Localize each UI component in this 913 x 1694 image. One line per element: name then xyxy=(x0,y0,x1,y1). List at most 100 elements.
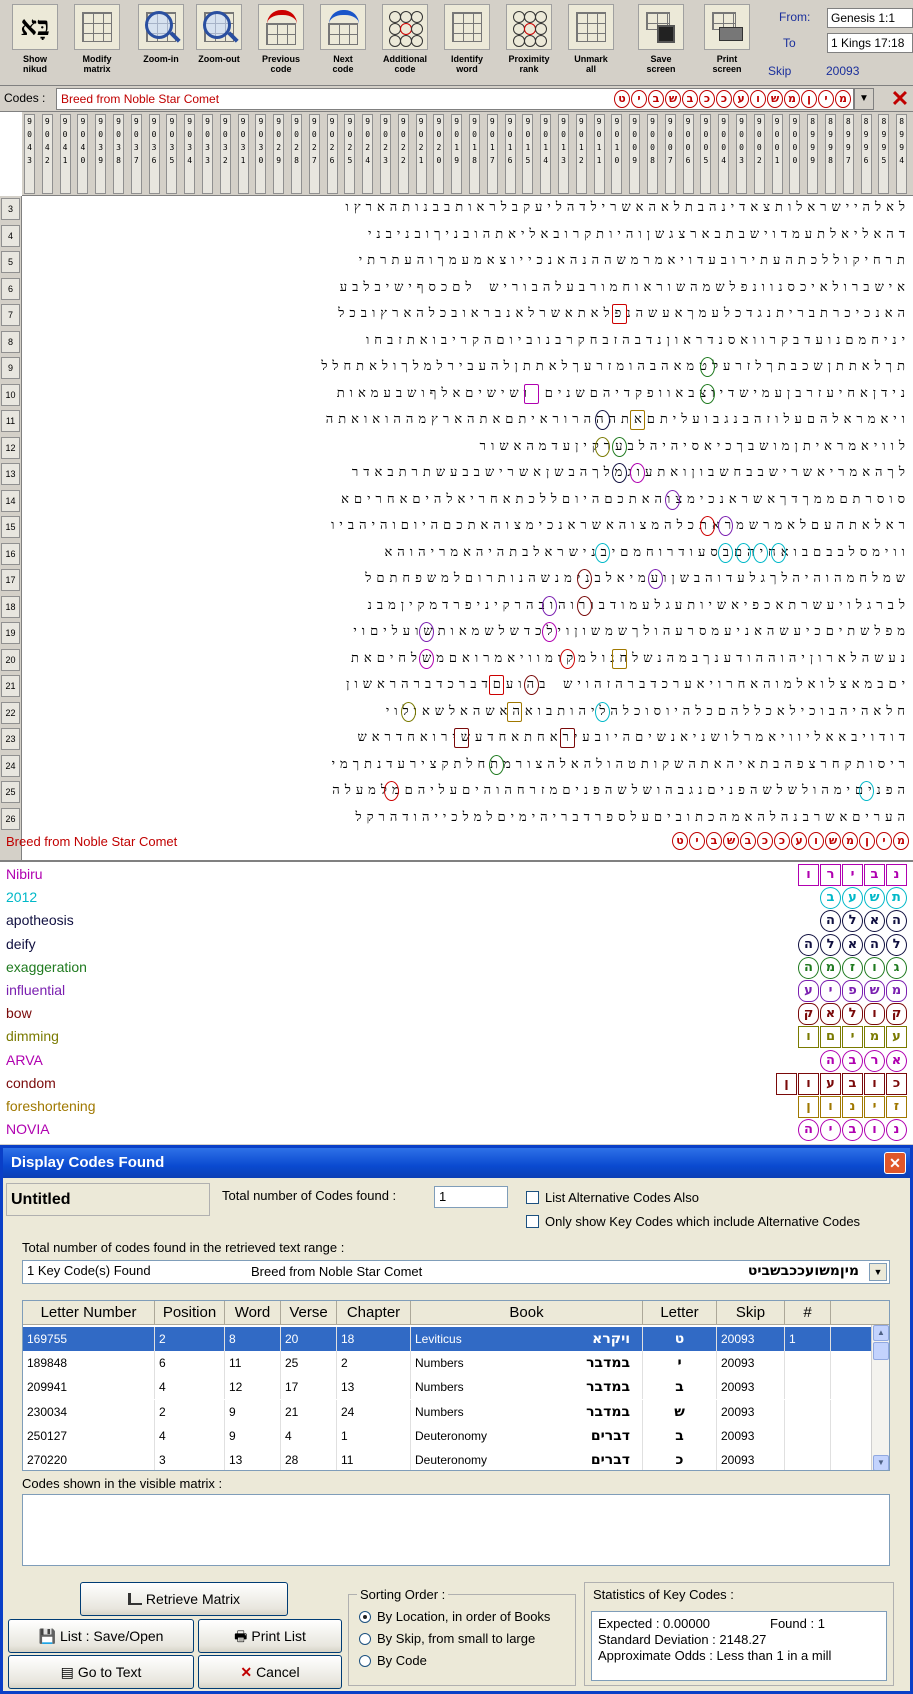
legend-item-name[interactable]: apotheosis xyxy=(6,912,74,928)
matrix-row[interactable]: העריםאשרבנהלהאמהכתוביםעלספרדבריהימיםלמלכ… xyxy=(24,806,910,830)
legend-item-name[interactable]: exaggeration xyxy=(6,959,87,975)
matrix-row[interactable]: ריסותקחרצפהבתאיהאתהשקותטהולהאלהצורמתחלתק… xyxy=(24,753,910,777)
toolbar-button-save-screen[interactable]: Save screen xyxy=(634,4,688,82)
matrix-row[interactable]: לאלהיישראלותצאדינהבתלאהאשרילדהליעקבלראות… xyxy=(24,196,910,220)
code-highlight-mark[interactable] xyxy=(594,701,610,722)
code-highlight-mark[interactable] xyxy=(506,701,522,722)
matrix-row[interactable]: יניחמםנועדבקרוואסנדראוןנדבהזבחקרבנוביוםה… xyxy=(24,329,910,353)
matrix-row[interactable]: האנכיכרתבריתנגדכלעמךאעשהנפלאתאשרלאנבראוב… xyxy=(24,302,910,326)
code-highlight-mark[interactable] xyxy=(612,304,628,324)
matrix-row[interactable]: דהאליאלתעמדוישבתבארצגשןוהיותקרובאליאתהוב… xyxy=(24,223,910,247)
code-highlight-mark[interactable] xyxy=(700,383,716,404)
cancel-button[interactable]: ✕ Cancel xyxy=(198,1655,342,1689)
sort-by-location-radio[interactable]: By Location, in order of Books xyxy=(359,1609,550,1624)
found-codes-select[interactable]: 1 Key Code(s) Found Breed from Noble Sta… xyxy=(22,1260,890,1284)
matrix-row[interactable]: נעשהלארוןיהוההודענךבמהנשלחנולמקומוויאמרו… xyxy=(24,647,910,671)
print-list-button[interactable]: 🖶 Print List xyxy=(198,1619,342,1653)
only-key-codes-checkbox[interactable]: Only show Key Codes which include Altern… xyxy=(526,1214,860,1229)
column-header-letter[interactable]: Letter xyxy=(643,1301,717,1325)
code-highlight-mark[interactable] xyxy=(542,595,557,616)
sort-by-code-radio[interactable]: By Code xyxy=(359,1653,427,1668)
toolbar-button-print-screen[interactable]: Print screen xyxy=(700,4,754,82)
to-field[interactable]: 1 Kings 17:18 xyxy=(827,33,913,53)
matrix-row[interactable]: לוויאמראיתןמושבךכיאסיהיהלבערקיןעדמהאשור xyxy=(24,435,910,459)
code-highlight-mark[interactable] xyxy=(594,542,610,563)
table-row[interactable]: 189848 6 11 25 2 Numbers במדבר י 20093 xyxy=(23,1351,871,1376)
column-header-verse[interactable]: Verse xyxy=(281,1301,337,1325)
code-highlight-mark[interactable] xyxy=(559,728,575,748)
legend-item-name[interactable]: deify xyxy=(6,936,36,952)
code-highlight-mark[interactable] xyxy=(577,595,593,616)
list-alternative-checkbox[interactable]: List Alternative Codes Also xyxy=(526,1190,699,1205)
column-header-letter-number[interactable]: Letter Number xyxy=(23,1301,155,1325)
matrix-row[interactable]: סוסרתםממךדךאשראנכימצוהאתכםהיוםללכתאחריאל… xyxy=(24,488,910,512)
table-row[interactable]: 169755 2 8 20 18 Leviticus ויקרא ט 20093 1 xyxy=(23,1327,871,1351)
code-highlight-mark[interactable] xyxy=(489,675,505,695)
column-header-book[interactable]: Book xyxy=(411,1301,643,1325)
matrix-row[interactable]: אישברולאיכסנוונפלשמהשוראוחמורבעלהבוריש ל… xyxy=(24,276,910,300)
code-highlight-mark[interactable] xyxy=(718,542,733,563)
scroll-thumb[interactable] xyxy=(873,1342,889,1360)
code-highlight-mark[interactable] xyxy=(630,410,645,430)
legend-item-name[interactable]: NOVIA xyxy=(6,1121,50,1137)
legend-item-name[interactable]: influential xyxy=(6,982,65,998)
table-row[interactable]: 209941 4 12 17 13 Numbers במדבר ב 20093 xyxy=(23,1375,871,1400)
table-row[interactable]: 270220 3 13 28 11 Deuteronomy דברים כ 20093 xyxy=(23,1448,871,1470)
from-field[interactable]: Genesis 1:1 xyxy=(827,8,913,28)
matrix-row[interactable]: נידןאחיעזרבןעמישדיוצבאוופקדיהםשנים ושישי… xyxy=(24,382,910,406)
toolbar-button-previous-code[interactable]: Previous code xyxy=(254,4,308,82)
code-highlight-mark[interactable] xyxy=(524,383,540,404)
code-highlight-mark[interactable] xyxy=(858,781,874,801)
toolbar-button-identify-word[interactable]: Identify word xyxy=(440,4,494,82)
matrix-row[interactable]: שמלחמהוהיהלךגלעדוהבשןועמיאלבנימנשהנותרום… xyxy=(24,567,910,591)
code-highlight-mark[interactable] xyxy=(489,754,505,775)
matrix-row[interactable]: יםבמאצלואלמוהאחרויאערכדברהזהויש בהועםדבר… xyxy=(24,673,910,697)
code-highlight-mark[interactable] xyxy=(612,648,628,669)
column-header-word[interactable]: Word xyxy=(225,1301,281,1325)
toolbar-button-zoom-in[interactable]: Zoom-in xyxy=(134,4,188,82)
toolbar-button-proximity-rank[interactable]: Proximity rank xyxy=(502,4,556,82)
toolbar-button-hebrew-letters[interactable]: בָּא Show nikud xyxy=(8,4,62,82)
code-highlight-mark[interactable] xyxy=(594,436,610,457)
code-highlight-mark[interactable] xyxy=(418,622,434,642)
legend-item-name[interactable]: Nibiru xyxy=(6,866,43,882)
toolbar-button-next-code[interactable]: Next code xyxy=(316,4,370,82)
code-highlight-mark[interactable] xyxy=(401,701,417,722)
matrix-row[interactable]: ויאמראלהםעלוזהבנגבועליתםאתהההרוראיתםאתהא… xyxy=(24,408,910,432)
code-highlight-mark[interactable] xyxy=(559,648,575,669)
code-highlight-mark[interactable] xyxy=(630,463,645,483)
column-header-skip[interactable]: Skip xyxy=(717,1301,785,1325)
code-highlight-mark[interactable] xyxy=(735,542,751,563)
chevron-down-icon[interactable]: ▼ xyxy=(869,1263,887,1281)
matrix-row[interactable]: לברגלויעשרתאכפיאשיותעגלעמודבורוהובהרקיני… xyxy=(24,594,910,618)
table-row[interactable]: 250127 4 9 4 1 Deuteronomy דברים ב 20093 xyxy=(23,1423,871,1448)
close-icon[interactable]: ✕ xyxy=(890,87,910,111)
list-save-open-button[interactable]: 💾 List : Save/Open xyxy=(8,1619,194,1653)
toolbar-button-modify-matrix[interactable]: Modify matrix xyxy=(70,4,124,82)
matrix-row[interactable]: הפניםימהולשלשהפניםנגבהושלשהפניםמזרחהוהים… xyxy=(24,779,910,803)
matrix-row[interactable]: מפלשתיםכיעשהאניעמסרעהולךשמשוןוילכדשלשמאו… xyxy=(24,620,910,644)
column-header-num[interactable]: # xyxy=(785,1301,831,1325)
code-highlight-mark[interactable] xyxy=(383,781,399,801)
matrix-row[interactable]: ראלאתהעםלאמרשמראתכלהמצוהאשראנכימצוהאתכםה… xyxy=(24,514,910,538)
matrix-row[interactable]: חלאהיהבוכילאכללהםכלהיוסוכלהליהותבואהאשהא… xyxy=(24,700,910,724)
code-highlight-mark[interactable] xyxy=(718,516,733,536)
toolbar-button-additional-code[interactable]: Additional code xyxy=(378,4,432,82)
table-row[interactable]: 230034 2 9 21 24 Numbers במדבר ש 20093 xyxy=(23,1399,871,1424)
legend-item-name[interactable]: 2012 xyxy=(6,889,37,905)
code-highlight-mark[interactable] xyxy=(665,489,681,510)
code-highlight-mark[interactable] xyxy=(418,648,434,669)
scroll-down-icon[interactable]: ▼ xyxy=(873,1455,889,1470)
visible-codes-list[interactable] xyxy=(22,1494,890,1566)
dialog-close-icon[interactable]: ✕ xyxy=(884,1152,906,1174)
column-header-chapter[interactable]: Chapter xyxy=(337,1301,411,1325)
column-header-position[interactable]: Position xyxy=(155,1301,225,1325)
code-highlight-mark[interactable] xyxy=(770,542,786,563)
codes-dropdown-button[interactable]: ▼ xyxy=(854,88,874,110)
code-highlight-mark[interactable] xyxy=(612,436,628,457)
total-codes-field[interactable]: 1 xyxy=(434,1186,508,1208)
table-scrollbar[interactable]: ▲ ▼ xyxy=(871,1325,889,1470)
code-highlight-mark[interactable] xyxy=(542,622,557,642)
code-highlight-mark[interactable] xyxy=(753,542,769,563)
matrix-row[interactable]: תךלאתתןשכבתךלזרעלטמאהבהומזרעךלאתתןלהעביר… xyxy=(24,355,910,379)
